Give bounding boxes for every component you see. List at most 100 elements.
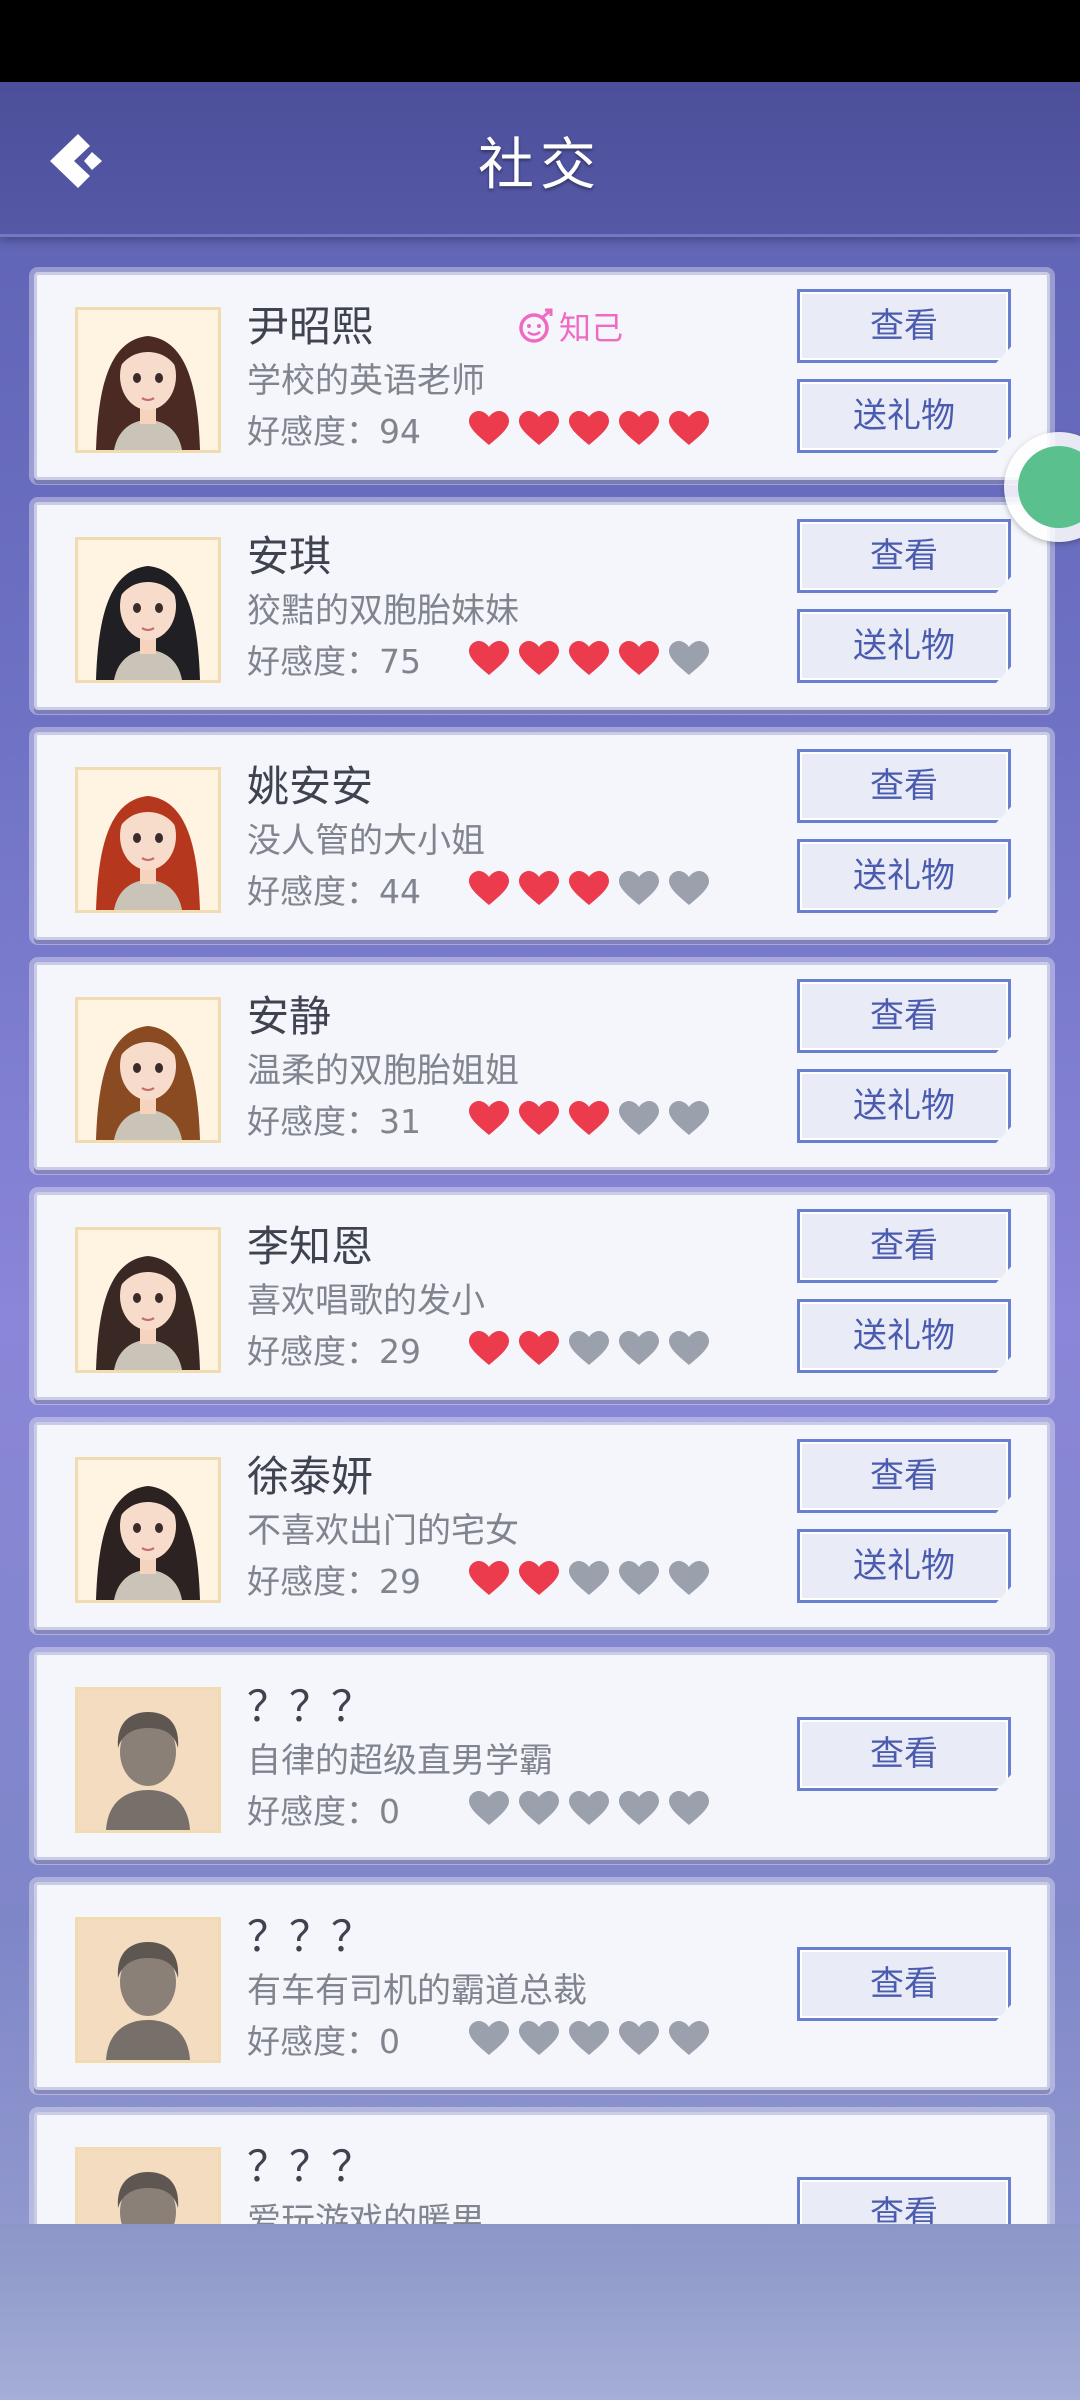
- character-avatar[interactable]: [75, 2147, 221, 2224]
- send-gift-button[interactable]: 送礼物: [797, 1299, 1011, 1373]
- send-gift-button[interactable]: 送礼物: [797, 609, 1011, 683]
- character-avatar[interactable]: [75, 997, 221, 1143]
- heart-empty-icon: [619, 1101, 659, 1141]
- heart-filled-icon: [519, 641, 559, 681]
- view-button[interactable]: 查看: [797, 749, 1011, 823]
- heart-empty-icon: [569, 1561, 609, 1601]
- heart-empty-icon: [619, 1331, 659, 1371]
- unknown-silhouette-avatar: [78, 1690, 218, 1830]
- heart-filled-icon: [519, 1561, 559, 1601]
- view-button[interactable]: 查看: [797, 289, 1011, 363]
- heart-filled-icon: [619, 641, 659, 681]
- heart-filled-icon: [469, 1331, 509, 1371]
- heart-filled-icon: [519, 1331, 559, 1371]
- character-description: 狡黠的双胞胎妹妹: [247, 591, 519, 631]
- affinity-value: 好感度：94: [247, 412, 421, 451]
- character-avatar[interactable]: [75, 1917, 221, 2063]
- heart-empty-icon: [519, 2021, 559, 2061]
- heart-filled-icon: [569, 411, 609, 451]
- character-name: ？？？: [247, 1682, 374, 1731]
- character-avatar[interactable]: [75, 1687, 221, 1833]
- character-card: 徐泰妍 不喜欢出门的宅女 好感度：29 查看 送礼物: [34, 1422, 1050, 1630]
- character-card: ？？？ 有车有司机的霸道总裁 好感度：0 查看: [34, 1882, 1050, 2090]
- heart-filled-icon: [469, 1561, 509, 1601]
- send-gift-button[interactable]: 送礼物: [797, 1529, 1011, 1603]
- character-list[interactable]: 尹昭熙 知己 学校的英语老师 好感度：94 查看 送礼物 安琪 狡黠的双胞胎妹妹 好感度：7…: [0, 234, 1080, 2224]
- homebody-avatar: [78, 1460, 218, 1600]
- heart-filled-icon: [469, 871, 509, 911]
- heart-empty-icon: [569, 1791, 609, 1831]
- affinity-value: 好感度：44: [247, 872, 421, 911]
- character-card: ？？？ 爱玩游戏的暖男 查看: [34, 2112, 1050, 2224]
- heart-empty-icon: [669, 2021, 709, 2061]
- heart-empty-icon: [469, 2021, 509, 2061]
- character-name: ？？？: [247, 1912, 374, 1961]
- heart-empty-icon: [519, 1791, 559, 1831]
- heart-filled-icon: [469, 411, 509, 451]
- view-button[interactable]: 查看: [797, 1717, 1011, 1791]
- heart-empty-icon: [669, 1331, 709, 1371]
- character-card: 姚安安 没人管的大小姐 好感度：44 查看 送礼物: [34, 732, 1050, 940]
- character-name: 姚安安: [247, 762, 374, 811]
- view-button[interactable]: 查看: [797, 1947, 1011, 2021]
- view-button[interactable]: 查看: [797, 1209, 1011, 1283]
- heart-empty-icon: [569, 1331, 609, 1371]
- affinity-value: 好感度：0: [247, 1792, 400, 1831]
- affinity-hearts: [469, 871, 709, 911]
- send-gift-button[interactable]: 送礼物: [797, 839, 1011, 913]
- send-gift-button[interactable]: 送礼物: [797, 379, 1011, 453]
- character-avatar[interactable]: [75, 1457, 221, 1603]
- heart-filled-icon: [519, 411, 559, 451]
- heart-empty-icon: [669, 871, 709, 911]
- affinity-hearts: [469, 1561, 709, 1601]
- rich-girl-avatar: [78, 770, 218, 910]
- relationship-badge-label: 知己: [559, 309, 624, 347]
- heart-empty-icon: [619, 2021, 659, 2061]
- heart-empty-icon: [569, 2021, 609, 2061]
- top-bar: 社交: [0, 82, 1080, 237]
- heart-filled-icon: [519, 871, 559, 911]
- status-bar: [0, 0, 1080, 82]
- heart-empty-icon: [669, 1791, 709, 1831]
- affinity-value: 好感度：0: [247, 2022, 400, 2061]
- affinity-hearts: [469, 2021, 709, 2061]
- character-description: 喜欢唱歌的发小: [247, 1281, 485, 1321]
- character-avatar[interactable]: [75, 307, 221, 453]
- character-card: 安琪狡黠的双胞胎妹妹 好感度：75 查看送礼物: [34, 502, 1050, 710]
- character-name: 安静: [247, 992, 332, 1041]
- chat-icon: [1018, 446, 1080, 528]
- character-name: 徐泰妍: [247, 1452, 374, 1501]
- character-avatar[interactable]: [75, 1227, 221, 1373]
- view-button[interactable]: 查看: [797, 1439, 1011, 1513]
- heart-filled-icon: [469, 641, 509, 681]
- affinity-value: 好感度：75: [247, 642, 421, 681]
- affinity-hearts: [469, 641, 709, 681]
- character-name: 尹昭熙: [247, 302, 374, 351]
- affinity-value: 好感度：29: [247, 1332, 421, 1371]
- character-description: 自律的超级直男学霸: [247, 1741, 553, 1781]
- send-gift-button[interactable]: 送礼物: [797, 1069, 1011, 1143]
- unknown-silhouette-avatar: [78, 2150, 218, 2224]
- character-name: 李知恩: [247, 1222, 374, 1271]
- character-avatar[interactable]: [75, 767, 221, 913]
- affinity-hearts: [469, 411, 709, 451]
- teacher-avatar: [78, 310, 218, 450]
- heart-empty-icon: [669, 1101, 709, 1141]
- view-button[interactable]: 查看: [797, 979, 1011, 1053]
- bottom-background: [0, 2224, 1080, 2400]
- character-description: 爱玩游戏的暖男: [247, 2201, 485, 2224]
- page-title: 社交: [478, 133, 602, 198]
- heart-empty-icon: [469, 1791, 509, 1831]
- twin-elder-avatar: [78, 1000, 218, 1140]
- view-button[interactable]: 查看: [797, 519, 1011, 593]
- heart-filled-icon: [469, 1101, 509, 1141]
- twin-sister-avatar: [78, 540, 218, 680]
- character-name: 安琪: [247, 532, 332, 581]
- character-card: 尹昭熙 知己 学校的英语老师 好感度：94 查看 送礼物: [34, 272, 1050, 480]
- view-button[interactable]: 查看: [797, 2177, 1011, 2224]
- heart-filled-icon: [519, 1101, 559, 1141]
- affinity-value: 好感度：29: [247, 1562, 421, 1601]
- heart-filled-icon: [619, 411, 659, 451]
- character-card: 李知恩喜欢唱歌的发小 好感度：29 查看送礼物: [34, 1192, 1050, 1400]
- character-avatar[interactable]: [75, 537, 221, 683]
